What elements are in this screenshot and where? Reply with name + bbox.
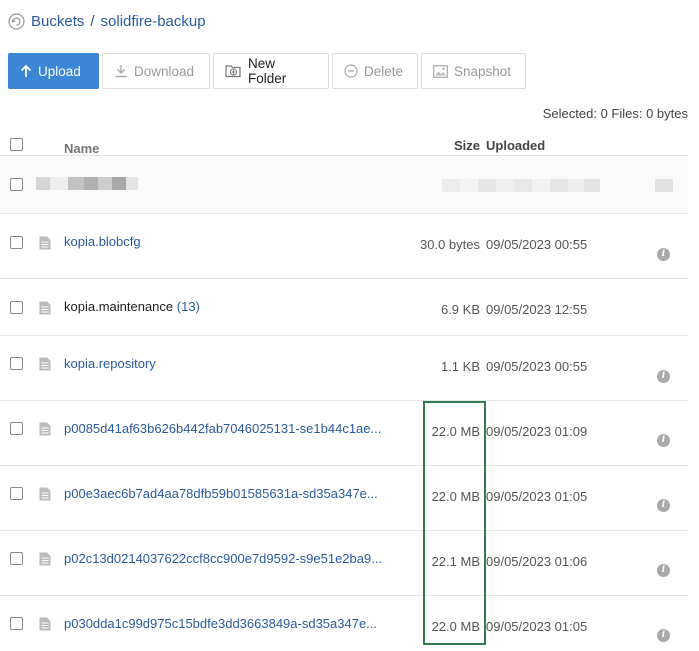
download-icon [114,64,128,78]
file-name-link[interactable]: p02c13d0214037622ccf8cc900e7d9592-s9e51e… [64,551,382,566]
selection-info: Selected: 0 Files: 0 bytes [542,106,688,121]
download-label: Download [134,63,195,79]
row-checkbox[interactable] [10,422,23,435]
new-folder-label: New Folder [248,56,287,86]
file-uploaded: 09/05/2023 00:55 [486,237,588,252]
select-all-checkbox[interactable] [10,138,23,151]
file-uploaded: 09/05/2023 01:05 [486,619,588,634]
column-uploaded[interactable]: Uploaded [486,138,545,153]
column-size[interactable]: Size [454,138,480,153]
table-row[interactable]: p0085d41af63b626b442fab7046025131-se1b44… [0,401,688,466]
file-size: 6.9 KB [440,302,480,317]
delete-button[interactable]: Delete [332,53,418,89]
file-icon [39,357,51,371]
info-icon[interactable]: i [657,499,670,512]
file-name-link[interactable]: p030dda1c99d975c15bdfe3dd3663849a-sd35a3… [64,616,377,631]
file-uploaded: 09/05/2023 01:06 [486,554,588,569]
file-name-link[interactable]: p0085d41af63b626b442fab7046025131-se1b44… [64,421,381,436]
info-icon[interactable]: i [657,248,670,261]
info-icon[interactable]: i [657,564,670,577]
size-highlight-box [423,401,486,645]
file-size: 30.0 bytes [420,237,480,252]
toolbar: Upload Download New Folder Delete Snapsh… [8,53,526,89]
new-folder-icon [225,64,242,78]
delete-label: Delete [364,63,404,79]
info-icon[interactable]: i [657,370,670,383]
file-uploaded: 09/05/2023 12:55 [486,302,588,317]
row-checkbox[interactable] [10,357,23,370]
info-icon[interactable]: i [657,434,670,447]
file-uploaded: 09/05/2023 00:55 [486,359,588,374]
breadcrumb-bucket[interactable]: solidfire-backup [101,13,206,30]
snapshot-label: Snapshot [454,63,512,79]
row-checkbox[interactable] [10,617,23,630]
file-icon [39,422,51,436]
version-count[interactable]: (13) [177,299,200,314]
table-row[interactable]: p030dda1c99d975c15bdfe3dd3663849a-sd35a3… [0,596,688,651]
upload-arrow-icon [20,64,32,78]
info-icon[interactable]: i [657,629,670,642]
upload-label: Upload [38,63,81,79]
column-name[interactable]: Name [64,141,99,156]
table-header: Name Size Uploaded [0,132,688,156]
row-checkbox[interactable] [10,178,23,191]
file-name[interactable]: kopia.maintenance (13) [64,299,200,314]
file-icon [39,552,51,566]
row-checkbox[interactable] [10,236,23,249]
redacted-icon [655,179,673,192]
file-icon [39,236,51,250]
breadcrumb-separator: / [90,12,95,30]
breadcrumb-buckets[interactable]: Buckets [31,13,84,30]
table-row[interactable]: p02c13d0214037622ccf8cc900e7d9592-s9e51e… [0,531,688,596]
file-name-link[interactable]: p00e3aec6b7ad4aa78dfb59b01585631a-sd35a3… [64,486,378,501]
file-icon [39,487,51,501]
file-name-text: kopia.maintenance [64,299,174,314]
redacted-name [36,177,138,190]
row-checkbox[interactable] [10,487,23,500]
minus-circle-icon [344,64,358,78]
row-checkbox[interactable] [10,552,23,565]
table-row[interactable]: kopia.maintenance (13) 6.9 KB 09/05/2023… [0,279,688,336]
redacted-date [442,179,600,192]
file-name-link[interactable]: kopia.repository [64,356,156,371]
file-icon [39,301,51,315]
file-uploaded: 09/05/2023 01:05 [486,489,588,504]
table-row[interactable]: p00e3aec6b7ad4aa78dfb59b01585631a-sd35a3… [0,466,688,531]
download-button[interactable]: Download [102,53,210,89]
upload-button[interactable]: Upload [8,53,99,89]
breadcrumb: Buckets / solidfire-backup [8,10,206,32]
file-uploaded: 09/05/2023 01:09 [486,424,588,439]
table-row[interactable]: kopia.blobcfg 30.0 bytes 09/05/2023 00:5… [0,214,688,279]
file-icon [39,617,51,631]
file-name-link[interactable]: kopia.blobcfg [64,234,141,249]
table-row[interactable]: kopia.repository 1.1 KB 09/05/2023 00:55… [0,336,688,401]
row-checkbox[interactable] [10,301,23,314]
snapshot-image-icon [433,64,448,78]
snapshot-button[interactable]: Snapshot [421,53,526,89]
file-size: 1.1 KB [440,359,480,374]
table-row-redacted[interactable] [0,157,688,214]
back-arrow-icon[interactable] [8,12,25,30]
new-folder-button[interactable]: New Folder [213,53,329,89]
